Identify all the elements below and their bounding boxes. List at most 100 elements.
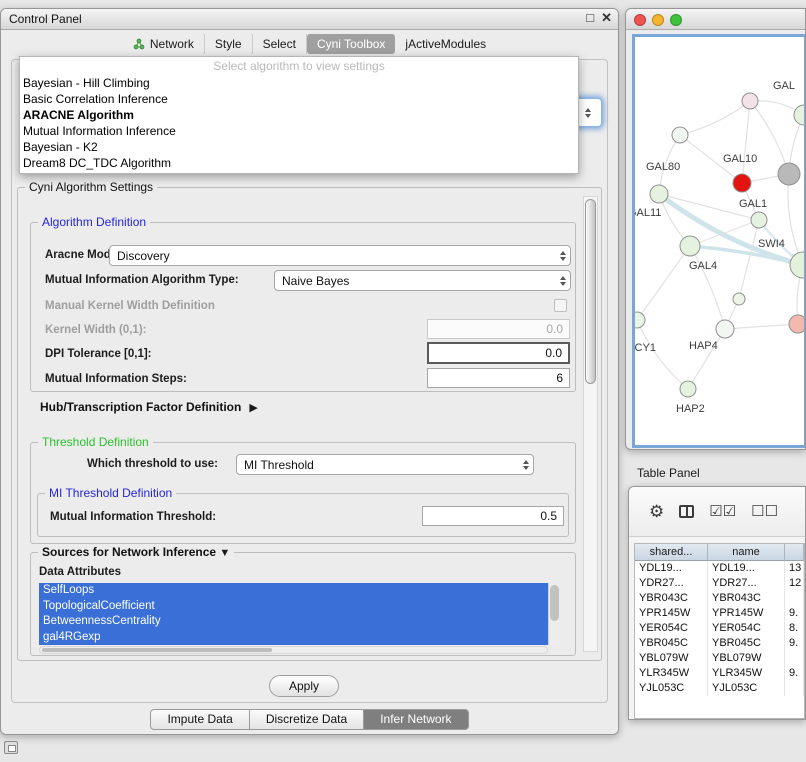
collapsed-arrow-icon[interactable]: ▶ [249, 401, 257, 414]
scrollbar-thumb[interactable] [42, 648, 272, 652]
attribute-list-hscrollbar[interactable] [39, 646, 548, 654]
table-cell: YJL053C [708, 681, 785, 696]
settings-legend: Cyni Algorithm Settings [25, 180, 157, 194]
network-node[interactable] [716, 320, 734, 338]
tab-style[interactable]: Style [205, 34, 253, 54]
sources-legend-text: Sources for Network Inference [42, 545, 216, 559]
network-node[interactable] [778, 163, 800, 185]
network-edge [742, 101, 750, 183]
table-header-row: shared... name [635, 544, 804, 561]
algorithm-option[interactable]: Mutual Information Inference [20, 123, 578, 139]
network-node[interactable] [672, 127, 688, 143]
algorithm-option[interactable]: Bayesian - Hill Climbing [20, 75, 578, 91]
table-row[interactable]: YBR043CYBR043C [635, 591, 804, 606]
dpi-tolerance-value: 0.0 [545, 346, 562, 360]
column-header[interactable]: shared... [635, 544, 708, 561]
attribute-list[interactable]: SelfLoopsTopologicalCoefficientBetweenne… [39, 583, 560, 645]
tab-network[interactable]: Network [123, 34, 205, 54]
table-cell [785, 591, 804, 606]
mi-type-select[interactable]: Naive Bayes [274, 270, 571, 291]
kernel-width-field[interactable]: 0.0 [427, 319, 570, 339]
node-label: HAP4 [689, 340, 718, 352]
which-threshold-select[interactable]: MI Threshold [236, 454, 534, 475]
network-edge [725, 324, 798, 329]
mi-threshold-legend: MI Threshold Definition [45, 486, 176, 500]
close-icon[interactable]: ✕ [601, 10, 612, 26]
table-row[interactable]: YDL19...YDL19...13 [635, 561, 804, 576]
attribute-list-vscrollbar[interactable] [548, 583, 560, 645]
zoom-traffic-icon[interactable] [670, 14, 682, 26]
tab-discretize-data[interactable]: Discretize Data [250, 709, 364, 730]
sources-legend[interactable]: Sources for Network Inference ▼ [38, 545, 234, 559]
expanded-arrow-icon[interactable]: ▼ [219, 547, 230, 559]
table-row[interactable]: YBR045CYBR045C9. [635, 636, 804, 651]
network-node[interactable] [733, 293, 745, 305]
tab-infer-network[interactable]: Infer Network [364, 709, 468, 730]
manual-kernel-checkbox[interactable] [554, 299, 567, 312]
network-node[interactable] [742, 93, 758, 109]
window-title: Control Panel [9, 12, 82, 26]
table-row[interactable]: YBL079WYBL079W [635, 651, 804, 666]
node-label: GCY1 [635, 342, 656, 354]
table-cell: YDL19... [708, 561, 785, 576]
node-label: GAL80 [646, 161, 680, 173]
table-cell: YDR27... [635, 576, 708, 591]
table-cell: YPR145W [708, 606, 785, 621]
combo-arrows-icon [556, 251, 570, 261]
close-traffic-icon[interactable] [634, 14, 646, 26]
maximize-icon[interactable]: □ [586, 10, 594, 26]
network-node[interactable] [751, 212, 767, 228]
table-cell: YLR345W [635, 666, 708, 681]
attribute-list-item[interactable]: gal4RGexp [39, 630, 548, 646]
attribute-list-item[interactable]: SelfLoops [39, 583, 548, 599]
network-titlebar[interactable] [626, 9, 805, 30]
settings-scrollbar[interactable] [583, 196, 598, 652]
table-row[interactable]: YJL053CYJL053C [635, 681, 804, 696]
dpi-tolerance-field[interactable]: 0.0 [427, 342, 570, 364]
table-row[interactable]: YLR345WYLR345W9. [635, 666, 804, 681]
attribute-list-item[interactable]: BetweennessCentrality [39, 614, 548, 630]
network-node[interactable] [650, 185, 668, 203]
scrollbar-thumb[interactable] [585, 199, 596, 384]
combo-arrows-icon [581, 108, 595, 118]
table-row[interactable]: YER054CYER054C8. [635, 621, 804, 636]
network-node[interactable] [680, 236, 700, 256]
network-node[interactable] [789, 315, 804, 333]
gear-icon[interactable]: ⚙ [649, 504, 664, 519]
network-canvas[interactable]: GALGAL80GAL10GAL11GAL1SWI4GAL4GCY1HAP4HA… [632, 34, 806, 448]
mi-steps-label: Mutual Information Steps: [45, 369, 187, 390]
hub-tf-definition-toggle[interactable]: Hub/Transcription Factor Definition ▶ [40, 400, 258, 414]
kernel-width-value: 0.0 [546, 322, 563, 336]
minimized-window-icon[interactable] [4, 741, 18, 754]
combo-arrows-icon [519, 460, 533, 470]
algorithm-option[interactable]: Dream8 DC_TDC Algorithm [20, 155, 578, 171]
scrollbar-thumb[interactable] [550, 585, 559, 621]
algorithm-popup-list: Bayesian - Hill ClimbingBasic Correlatio… [20, 75, 578, 171]
tab-jactivemodules[interactable]: jActiveModules [395, 34, 496, 54]
minimize-traffic-icon[interactable] [652, 14, 664, 26]
apply-button[interactable]: Apply [269, 675, 339, 697]
algorithm-option[interactable]: Bayesian - K2 [20, 139, 578, 155]
mi-threshold-field[interactable]: 0.5 [422, 506, 564, 526]
column-header[interactable] [785, 544, 804, 561]
deselect-all-columns-icon[interactable]: ☐☐ [751, 504, 778, 519]
attribute-list-item[interactable]: TopologicalCoefficient [39, 599, 548, 615]
table-row[interactable]: YDR27...YDR27...12 [635, 576, 804, 591]
select-all-columns-icon[interactable]: ☑☑ [709, 504, 736, 519]
network-node[interactable] [635, 312, 645, 328]
table-row[interactable]: YPR145WYPR145W9. [635, 606, 804, 621]
table-cell: YBR043C [635, 591, 708, 606]
network-node[interactable] [680, 381, 696, 397]
network-node[interactable] [794, 105, 804, 125]
network-node[interactable] [733, 174, 751, 192]
tab-select[interactable]: Select [253, 34, 307, 54]
algorithm-option[interactable]: Basic Correlation Inference [20, 91, 578, 107]
columns-icon[interactable] [679, 505, 694, 518]
mi-steps-field[interactable]: 6 [427, 368, 570, 388]
tab-impute-data[interactable]: Impute Data [150, 709, 249, 730]
algorithm-option[interactable]: ARACNE Algorithm [20, 107, 578, 123]
aracne-mode-select[interactable]: Discovery [109, 245, 571, 266]
tab-cyni-toolbox[interactable]: Cyni Toolbox [307, 34, 395, 54]
control-panel-titlebar[interactable]: Control Panel □ ✕ [1, 9, 618, 30]
column-header[interactable]: name [708, 544, 785, 561]
